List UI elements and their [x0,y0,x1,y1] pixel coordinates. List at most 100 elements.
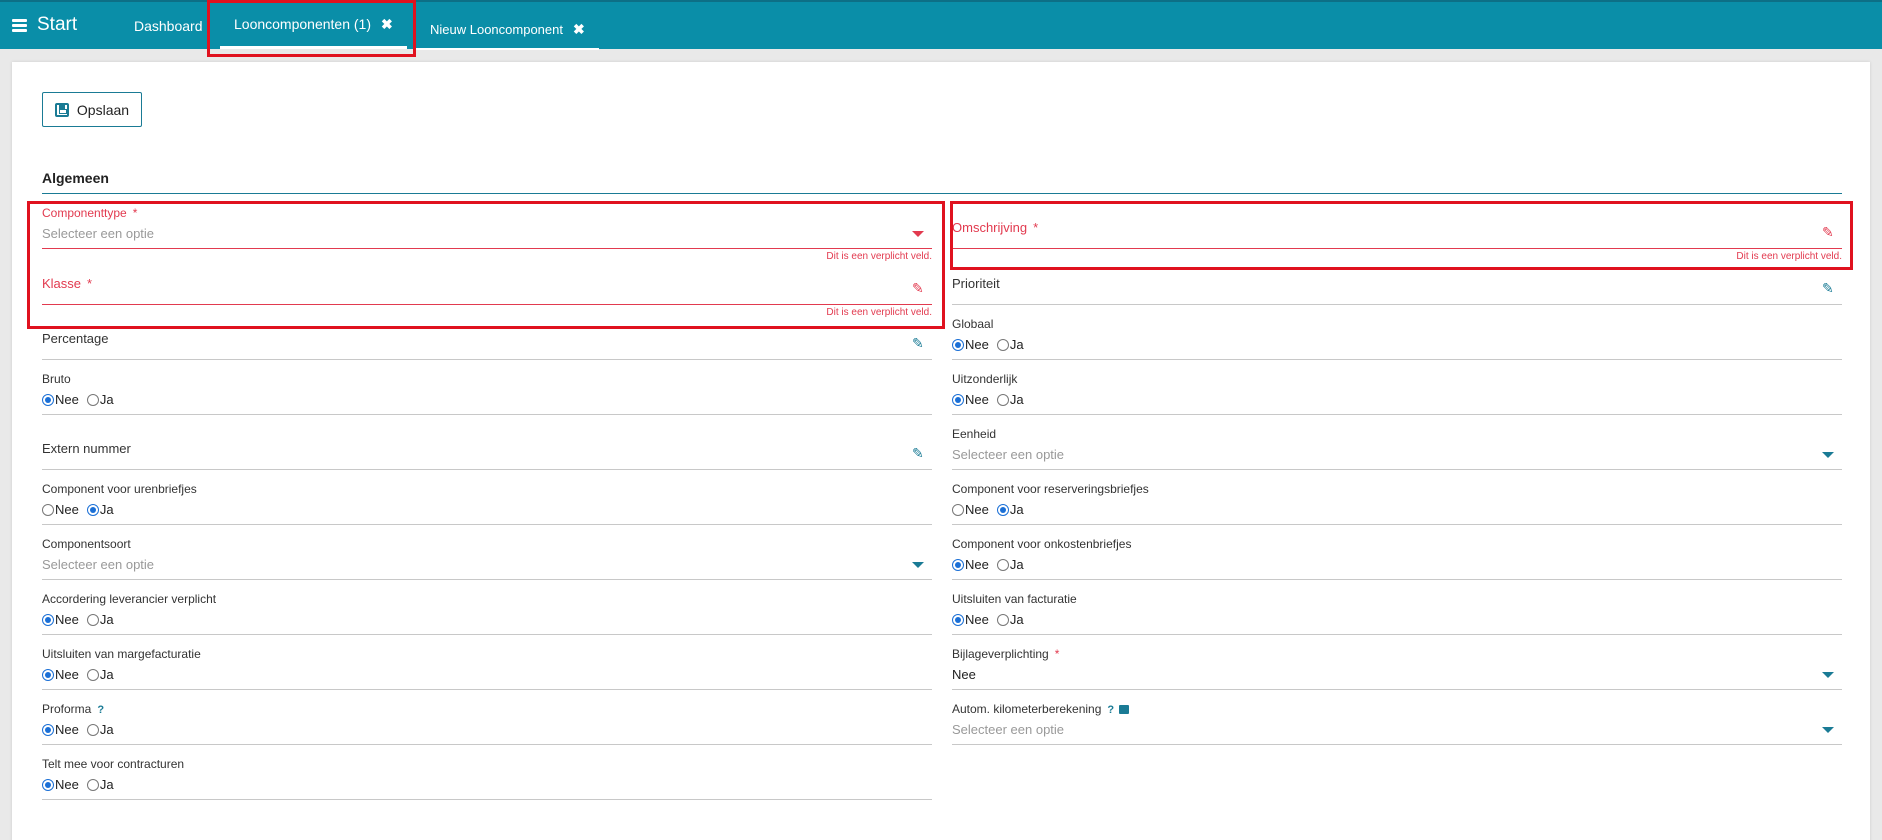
omschrijving-field[interactable]: Omschrijving * ✎ Dit is een verplicht vel… [952,203,1842,262]
top-bar: Start Dashboard Looncomponenten (1) ✖ Ni… [0,0,1882,50]
radio-nee[interactable]: Nee [42,722,79,737]
tab-looncomponenten[interactable]: Looncomponenten (1) ✖ [220,2,407,49]
radio-label: Nee [965,392,989,407]
pencil-icon[interactable]: ✎ [912,446,928,460]
close-icon[interactable]: ✖ [573,21,585,38]
radio-label: Ja [99,722,114,737]
field-label: Autom. kilometerberekening? [952,702,1130,716]
tab-label: Looncomponenten (1) [234,16,371,32]
radio-ja[interactable]: Ja [86,667,114,682]
pencil-icon[interactable]: ✎ [912,281,928,295]
book-icon[interactable] [1119,705,1130,715]
radio-nee[interactable]: Nee [952,337,989,352]
radio-nee[interactable]: Nee [952,557,989,572]
start-menu[interactable]: Start [12,14,77,36]
field-label: Component voor reserveringsbriefjes [952,482,1149,496]
radio-ja[interactable]: Ja [86,392,114,407]
globaal-field: Globaal Nee Ja [952,314,1842,360]
radio-nee[interactable]: Nee [42,502,79,517]
radio-ja[interactable]: Ja [996,557,1024,572]
eenheid-field[interactable]: Eenheid Selecteer een optie [952,424,1842,470]
accordering-field: Accordering leverancier verplicht Nee Ja [42,589,932,635]
radio-group: Nee Ja [952,557,1024,572]
bruto-field: Bruto Nee Ja [42,369,932,415]
extern-nummer-field[interactable]: Extern nummer ✎ [42,424,932,470]
radio-nee[interactable]: Nee [42,777,79,792]
field-label: Uitsluiten van facturatie [952,592,1077,606]
tab-label: Nieuw Looncomponent [430,21,563,37]
radio-icon [952,503,964,516]
radio-nee[interactable]: Nee [952,502,989,517]
radio-ja[interactable]: Ja [996,392,1024,407]
field-label: Componentsoort [42,537,131,551]
field-label: Component voor urenbriefjes [42,482,197,496]
radio-label: Nee [55,612,79,627]
save-label: Opslaan [76,101,130,118]
field-label: Globaal [952,317,994,331]
radio-icon [86,723,99,736]
radio-label: Nee [55,777,79,792]
klasse-field[interactable]: Klasse * ✎ Dit is een verplicht veld. [42,259,932,318]
radio-icon [86,778,99,791]
radio-label: Ja [99,777,114,792]
percentage-field[interactable]: Percentage ✎ [42,314,932,360]
radio-icon [86,393,99,406]
radio-icon [996,613,1009,626]
componentsoort-field[interactable]: Componentsoort Selecteer een optie [42,534,932,580]
radio-ja[interactable]: Ja [86,777,114,792]
label-text: Componenttype [42,206,127,220]
chevron-down-icon[interactable] [1822,452,1834,458]
radio-group: Nee Ja [952,502,1024,517]
label-text: Omschrijving [952,220,1028,235]
radio-label: Ja [1009,337,1024,352]
prioriteit-field[interactable]: Prioriteit ✎ [952,259,1842,305]
radio-nee[interactable]: Nee [42,667,79,682]
radio-ja[interactable]: Ja [86,612,114,627]
select-placeholder: Selecteer een optie [42,557,155,572]
required-mark: * [132,206,138,220]
radio-ja[interactable]: Ja [996,502,1024,517]
radio-label: Ja [99,502,114,517]
pencil-icon[interactable]: ✎ [912,336,928,350]
help-icon[interactable]: ? [1107,704,1114,716]
chevron-down-icon[interactable] [1822,727,1834,733]
radio-nee[interactable]: Nee [42,612,79,627]
pencil-icon[interactable]: ✎ [1822,281,1838,295]
start-label: Start [37,14,78,35]
tab-nieuw-looncomponent[interactable]: Nieuw Looncomponent ✖ [416,10,599,50]
select-placeholder: Selecteer een optie [42,226,155,241]
bijlageverplichting-field[interactable]: Bijlageverplichting * Nee [952,644,1842,690]
tab-dashboard[interactable]: Dashboard [120,2,217,49]
field-label: Proforma? [42,702,104,716]
label-text: Autom. kilometerberekening [952,702,1102,716]
chevron-down-icon[interactable] [912,562,924,568]
componenttype-field[interactable]: Componenttype * Selecteer een optie Dit i… [42,203,932,262]
radio-nee[interactable]: Nee [952,392,989,407]
radio-icon [42,503,54,516]
radio-ja[interactable]: Ja [86,502,114,517]
radio-ja[interactable]: Ja [996,612,1024,627]
hamburger-icon[interactable] [12,18,27,32]
radio-nee[interactable]: Nee [952,612,989,627]
radio-ja[interactable]: Ja [86,722,114,737]
help-icon[interactable]: ? [97,704,104,716]
radio-icon [952,393,964,406]
save-button[interactable]: Opslaan [42,92,142,127]
field-label: Component voor onkostenbriefjes [952,537,1132,551]
close-icon[interactable]: ✖ [381,16,393,33]
field-label: Extern nummer [42,441,131,456]
radio-label: Nee [965,557,989,572]
pencil-icon[interactable]: ✎ [1822,225,1838,239]
chevron-down-icon[interactable] [1822,672,1834,678]
kilometerberekening-field[interactable]: Autom. kilometerberekening? Selecteer ee… [952,699,1842,745]
radio-label: Nee [55,722,79,737]
chevron-down-icon[interactable] [912,231,924,237]
radio-nee[interactable]: Nee [42,392,79,407]
radio-label: Ja [1009,502,1024,517]
radio-label: Nee [55,392,79,407]
form-panel: Opslaan Algemeen Componenttype * Selectee… [12,62,1870,840]
select-placeholder: Selecteer een optie [952,722,1065,737]
radio-group: Nee Ja [42,667,114,682]
radio-ja[interactable]: Ja [996,337,1024,352]
field-label: Omschrijving * [952,220,1038,235]
